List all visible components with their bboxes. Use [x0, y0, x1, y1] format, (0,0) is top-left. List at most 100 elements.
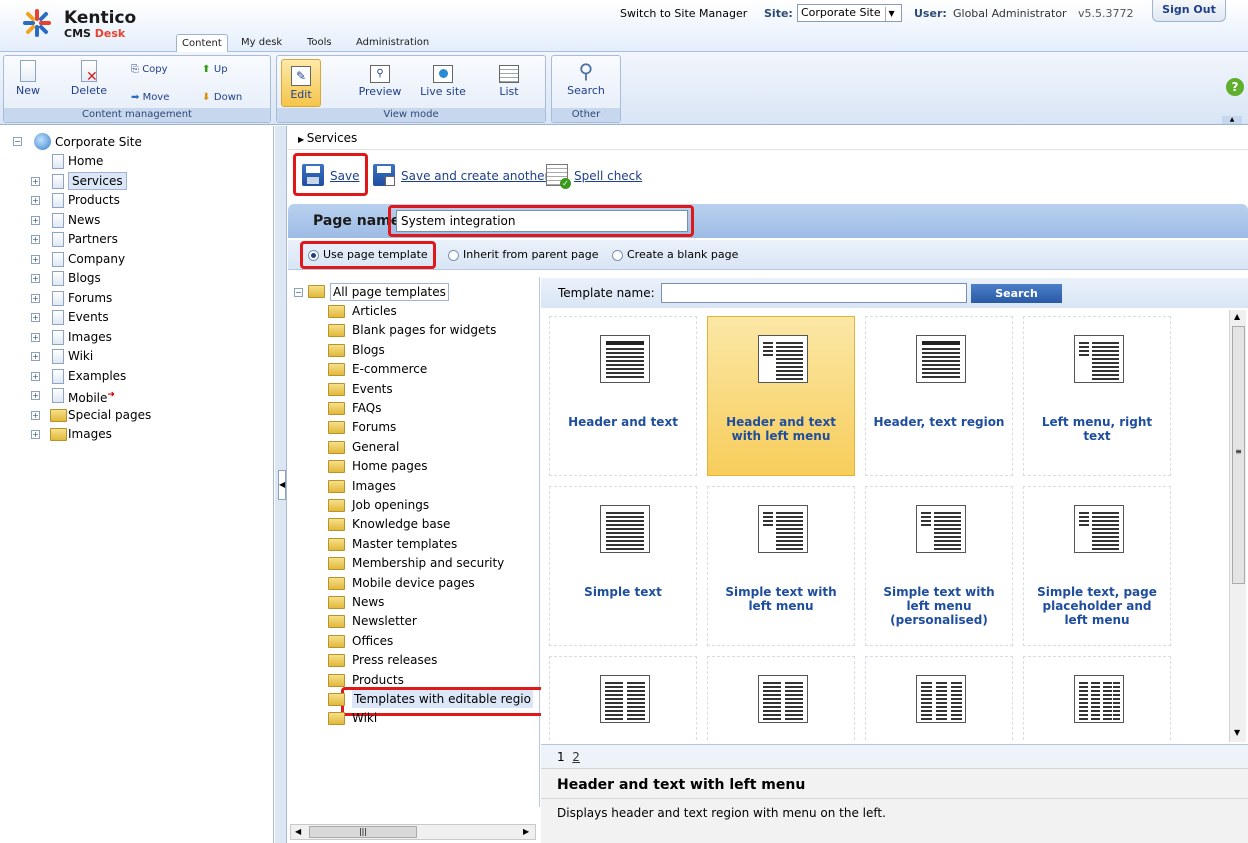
expand-icon[interactable]: +	[31, 430, 40, 439]
template-search-button[interactable]: Search	[971, 284, 1062, 303]
expand-icon[interactable]: +	[31, 176, 40, 186]
tree-root-corporate-site[interactable]: Corporate Site	[55, 133, 142, 151]
switch-site-manager-link[interactable]: Switch to Site Manager	[620, 7, 747, 20]
vertical-scrollbar[interactable]: ▲ ≡ ▼	[1229, 310, 1246, 742]
breadcrumb-item[interactable]: Services	[307, 131, 358, 145]
template-category-item[interactable]: Knowledge base	[352, 515, 450, 533]
preview-button[interactable]: ⚲ Preview	[355, 65, 405, 98]
expand-icon[interactable]: +	[31, 274, 40, 283]
expand-icon[interactable]: +	[31, 391, 40, 400]
sign-out-button[interactable]: Sign Out	[1152, 0, 1226, 22]
scroll-left-icon[interactable]: ◀	[295, 827, 301, 836]
template-category-item[interactable]: General	[352, 438, 399, 456]
template-tile[interactable]: Header and text with left menu	[707, 316, 855, 476]
template-category-item[interactable]: E-commerce	[352, 360, 427, 378]
collapse-ribbon-icon[interactable]: ▲	[1222, 116, 1242, 124]
tree-item[interactable]: Events	[68, 308, 109, 326]
tree-item[interactable]: Mobile➜	[68, 386, 115, 405]
template-category-item[interactable]: Blank pages for widgets	[352, 321, 496, 339]
tree-item[interactable]: Examples	[68, 367, 126, 385]
search-button[interactable]: ⚲ Search	[560, 60, 612, 97]
tree-item[interactable]: Wiki	[68, 347, 93, 365]
template-category-item[interactable]: Mobile device pages	[352, 574, 475, 592]
tree-item[interactable]: Partners	[68, 230, 118, 248]
template-category-item[interactable]: Articles	[352, 302, 397, 320]
template-tile[interactable]: Simple text	[549, 486, 697, 646]
template-category-item[interactable]: Products	[352, 671, 404, 689]
site-select[interactable]: Corporate Site ▼	[797, 4, 902, 22]
template-tile[interactable]: Left menu, right text	[1023, 316, 1171, 476]
template-name-input[interactable]	[661, 283, 967, 303]
tree-item[interactable]: Services	[68, 171, 127, 190]
horizontal-scrollbar[interactable]: ◀ ||| ▶	[290, 824, 536, 840]
collapse-left-icon[interactable]: ◀	[278, 470, 286, 500]
expand-icon[interactable]: +	[31, 410, 40, 420]
delete-button[interactable]: ✕ Delete	[64, 60, 114, 97]
tree-item[interactable]: Company	[68, 250, 125, 268]
expand-icon[interactable]: +	[31, 215, 40, 225]
move-button[interactable]: ➡ Move	[131, 90, 169, 106]
live-site-button[interactable]: Live site	[415, 65, 471, 98]
template-tile[interactable]	[1023, 656, 1171, 742]
collapse-icon[interactable]: −	[294, 288, 303, 297]
template-category-item[interactable]: FAQs	[352, 399, 382, 417]
tab-content[interactable]: Content	[176, 34, 228, 52]
scroll-thumb[interactable]: |||	[309, 826, 417, 838]
tab-tools[interactable]: Tools	[302, 34, 337, 52]
template-category-item[interactable]: Master templates	[352, 535, 457, 553]
spell-check-icon[interactable]: ✓	[546, 164, 571, 189]
template-category-item[interactable]: News	[352, 593, 384, 611]
scroll-thumb[interactable]: ≡	[1232, 326, 1245, 584]
tree-item[interactable]: Home	[68, 152, 103, 170]
template-category-item[interactable]: Forums	[352, 418, 396, 436]
template-tile[interactable]: Simple text with left menu	[707, 486, 855, 646]
save-another-icon[interactable]	[373, 164, 395, 186]
tree-item[interactable]: Products	[68, 191, 120, 209]
down-button[interactable]: ⬇ Down	[202, 90, 242, 106]
expand-icon[interactable]: +	[31, 293, 40, 303]
template-tile[interactable]: Header, text region	[865, 316, 1013, 476]
template-category-item[interactable]: Press releases	[352, 651, 437, 669]
tab-administration[interactable]: Administration	[351, 34, 434, 52]
inherit-from-parent-radio[interactable]: Inherit from parent page	[448, 248, 598, 261]
template-tile[interactable]: Simple text, page placeholder and left m…	[1023, 486, 1171, 646]
template-tree-root[interactable]: All page templates	[330, 283, 449, 301]
template-category-item[interactable]: Membership and security	[352, 554, 504, 572]
help-icon[interactable]: ?	[1226, 78, 1244, 96]
template-category-item[interactable]: Newsletter	[352, 612, 417, 630]
template-category-item[interactable]: Blogs	[352, 341, 385, 359]
scroll-up-icon[interactable]: ▲	[1234, 312, 1240, 321]
template-tile[interactable]	[549, 656, 697, 742]
tree-item[interactable]: Images	[68, 328, 112, 346]
scroll-down-icon[interactable]: ▼	[1234, 728, 1240, 737]
up-button[interactable]: ⬆ Up	[202, 62, 228, 78]
expand-icon[interactable]: +	[31, 196, 40, 205]
template-tile[interactable]: Header and text	[549, 316, 697, 476]
expand-icon[interactable]: +	[31, 254, 40, 264]
tree-item[interactable]: Images	[68, 425, 112, 443]
tab-my-desk[interactable]: My desk	[236, 34, 287, 52]
expand-icon[interactable]: +	[31, 352, 40, 361]
expand-icon[interactable]: +	[31, 371, 40, 381]
tree-item[interactable]: News	[68, 211, 100, 229]
template-tile[interactable]	[865, 656, 1013, 742]
copy-button[interactable]: ⎘ Copy	[131, 62, 168, 78]
template-category-item[interactable]: Home pages	[352, 457, 427, 475]
collapse-icon[interactable]: −	[13, 137, 22, 146]
page-2-link[interactable]: 2	[572, 750, 580, 764]
spell-check-button[interactable]: Spell check	[574, 169, 642, 183]
tree-item[interactable]: Special pages	[68, 406, 151, 424]
kentico-logo[interactable]: Kentico CMS Desk	[18, 6, 158, 42]
expand-icon[interactable]: +	[31, 332, 40, 342]
template-category-item[interactable]: Job openings	[352, 496, 429, 514]
template-tile[interactable]: Simple text with left menu (personalised…	[865, 486, 1013, 646]
expand-icon[interactable]: +	[31, 313, 40, 322]
save-and-create-another-button[interactable]: Save and create another	[401, 169, 550, 183]
template-category-item[interactable]: Wiki	[352, 709, 377, 727]
expand-icon[interactable]: +	[31, 235, 40, 244]
create-blank-page-radio[interactable]: Create a blank page	[612, 248, 738, 261]
template-category-item[interactable]: Templates with editable regio	[352, 690, 533, 708]
tree-item[interactable]: Forums	[68, 289, 112, 307]
scroll-right-icon[interactable]: ▶	[523, 827, 529, 836]
new-button[interactable]: New	[8, 60, 48, 97]
